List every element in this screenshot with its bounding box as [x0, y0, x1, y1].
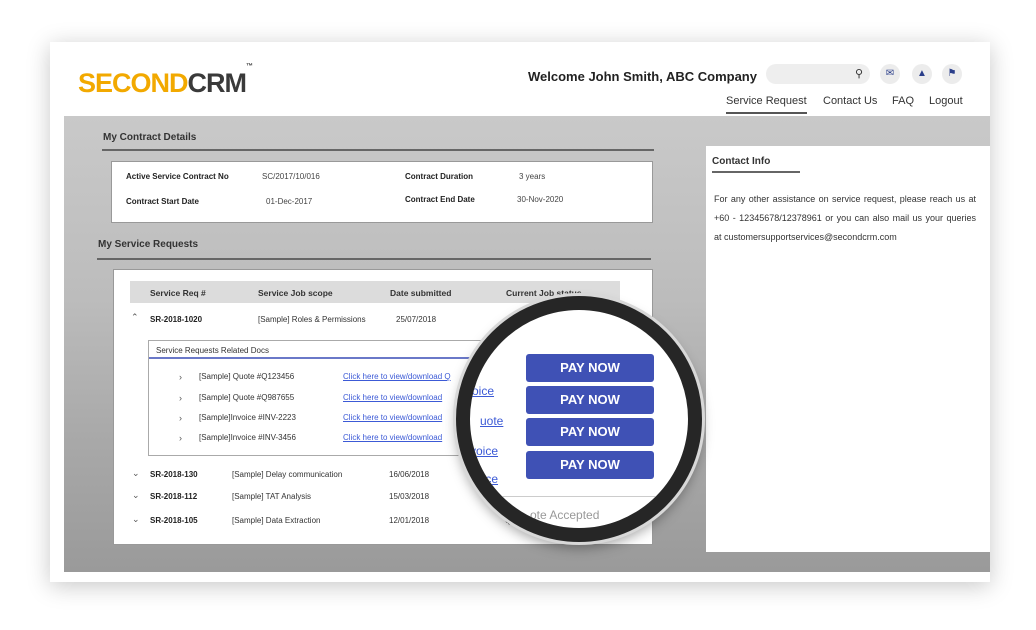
contract-start-value: 01-Dec-2017: [266, 197, 313, 206]
chevron-right-icon[interactable]: ›: [179, 372, 182, 382]
contact-info-text: For any other assistance on service requ…: [714, 194, 976, 242]
magnifier-divider: [480, 496, 680, 497]
requests-section-title: My Service Requests: [98, 239, 199, 250]
top-bar: SECONDCRM™ Welcome John Smith, ABC Compa…: [50, 42, 990, 116]
active-contract-label: Active Service Contract No: [126, 172, 229, 181]
related-docs-title: Service Requests Related Docs: [156, 346, 269, 355]
nav-logout[interactable]: Logout: [929, 95, 963, 107]
column-header: Date submitted: [390, 288, 452, 298]
request-date: 15/03/2018: [389, 492, 430, 501]
magnifier-lens: voice uote voice oice PAY NOW PAY NOW PA…: [456, 296, 702, 542]
contact-info-title: Contact Info: [712, 156, 800, 173]
chevron-down-icon[interactable]: ⌄: [132, 468, 140, 479]
doc-name: [Sample]Invoice #INV-2223: [199, 413, 296, 422]
contract-start-label: Contract Start Date: [126, 197, 199, 206]
doc-download-link[interactable]: Click here to view/download: [343, 393, 442, 402]
bell-icon[interactable]: ▲: [912, 64, 932, 84]
doc-download-link[interactable]: Click here to view/download: [343, 433, 442, 442]
column-header: Service Req #: [150, 288, 206, 298]
contact-info-panel: Contact Info For any other assistance on…: [706, 146, 990, 552]
ghost-link: voice: [470, 444, 499, 458]
logo: SECONDCRM™: [78, 63, 253, 98]
chevron-down-icon[interactable]: ⌄: [132, 514, 140, 525]
magnifier-content: voice uote voice oice PAY NOW PAY NOW PA…: [470, 310, 688, 528]
search-icon[interactable]: ⚲: [855, 67, 863, 80]
doc-name: [Sample]Invoice #INV-3456: [199, 433, 296, 442]
request-scope: [Sample] Data Extraction: [232, 516, 321, 525]
nav-service-request[interactable]: Service Request: [726, 95, 807, 114]
contract-details-box: Active Service Contract No SC/2017/10/01…: [111, 161, 653, 223]
contract-end-label: Contract End Date: [405, 195, 475, 204]
doc-name: [Sample] Quote #Q987655: [199, 393, 295, 402]
requests-section-divider: [97, 258, 651, 260]
mail-icon[interactable]: ✉: [880, 64, 900, 84]
ghost-status: ote Accepted: [530, 508, 600, 522]
active-contract-value: SC/2017/10/016: [262, 172, 320, 181]
ghost-link: oice: [476, 472, 499, 486]
chevron-right-icon[interactable]: ›: [179, 413, 182, 423]
request-date: 16/06/2018: [389, 470, 430, 479]
request-id: SR-2018-1020: [150, 315, 203, 324]
request-id: SR-2018-112: [150, 492, 198, 501]
chevron-right-icon[interactable]: ›: [179, 433, 182, 443]
nav-contact-us[interactable]: Contact Us: [823, 95, 877, 107]
flag-icon[interactable]: ⚑: [942, 64, 962, 84]
contract-section-divider: [102, 149, 654, 151]
pay-now-button[interactable]: PAY NOW: [526, 354, 654, 382]
pay-now-button[interactable]: PAY NOW: [526, 386, 654, 414]
pay-now-button[interactable]: PAY NOW: [526, 451, 654, 479]
doc-download-link[interactable]: Click here to view/download Q: [343, 372, 451, 381]
welcome-text: Welcome John Smith, ABC Company: [528, 69, 757, 84]
pay-now-button[interactable]: PAY NOW: [526, 418, 654, 446]
chevron-up-icon[interactable]: ⌃: [131, 312, 139, 323]
chevron-right-icon[interactable]: ›: [179, 393, 182, 403]
nav-faq[interactable]: FAQ: [892, 95, 914, 107]
contract-section-title: My Contract Details: [103, 132, 197, 143]
contract-duration-value: 3 years: [519, 172, 546, 181]
ghost-link: uote: [480, 414, 504, 428]
contract-duration-label: Contract Duration: [405, 172, 473, 181]
ghost-link: voice: [466, 384, 495, 398]
request-date: 25/07/2018: [396, 315, 437, 324]
column-header: Service Job scope: [258, 288, 333, 298]
request-date: 12/01/2018: [389, 516, 430, 525]
request-scope: [Sample] TAT Analysis: [232, 492, 311, 501]
request-scope: [Sample] Delay communication: [232, 470, 343, 479]
doc-name: [Sample] Quote #Q123456: [199, 372, 295, 381]
doc-download-link[interactable]: Click here to view/download: [343, 413, 442, 422]
request-id: SR-2018-105: [150, 516, 198, 525]
contract-end-value: 30-Nov-2020: [517, 195, 564, 204]
request-id: SR-2018-130: [150, 470, 198, 479]
chevron-down-icon[interactable]: ⌄: [132, 490, 140, 501]
request-scope: [Sample] Roles & Permissions: [258, 315, 366, 324]
search-input[interactable]: ⚲: [766, 64, 870, 84]
